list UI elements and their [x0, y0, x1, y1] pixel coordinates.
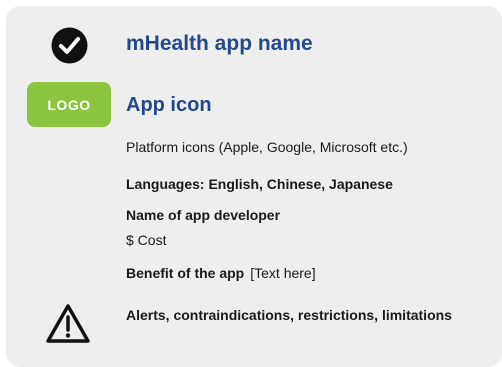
- check-circle-icon: [51, 27, 88, 64]
- languages-text: Languages: English, Chinese, Japanese: [126, 176, 393, 192]
- developer-name-text: Name of app developer: [126, 207, 281, 223]
- app-name-title: mHealth app name: [126, 32, 313, 55]
- platform-icons-text: Platform icons (Apple, Google, Microsoft…: [126, 139, 408, 155]
- alerts-text: Alerts, contraindications, restrictions,…: [126, 307, 452, 323]
- benefit-label: Benefit of the app: [126, 265, 245, 281]
- app-icon-title: App icon: [126, 94, 212, 116]
- logo-badge: LOGO: [27, 82, 111, 127]
- warning-triangle-icon: [46, 304, 90, 343]
- benefit-value: [Text here]: [250, 265, 316, 281]
- benefit-row: Benefit of the app [Text here]: [126, 265, 316, 281]
- cost-text: $ Cost: [126, 232, 167, 248]
